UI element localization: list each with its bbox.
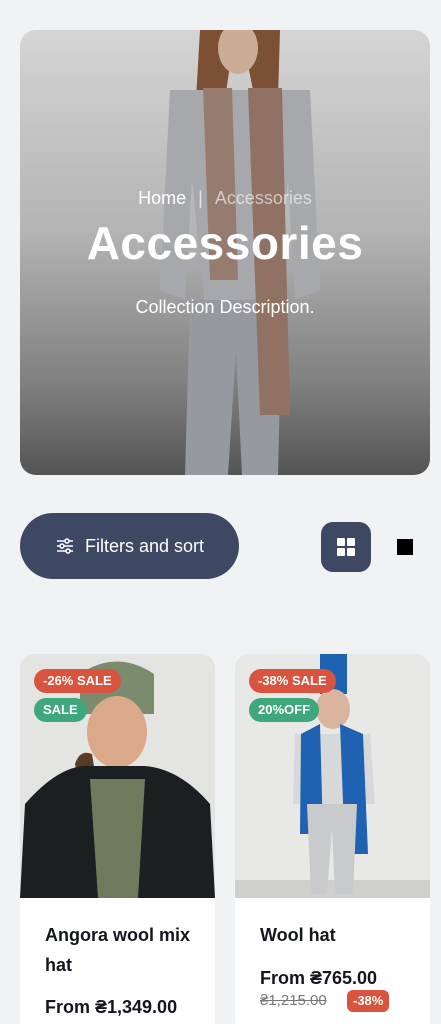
sale-badge: -38% SALE [249,669,336,693]
grid-view-button[interactable] [321,522,371,572]
original-price: ₴1,215.00 [260,992,327,1009]
promo-badge: SALE [34,698,87,722]
product-price: From ₴765.00 [260,968,378,988]
product-price: From ₴1,349.00 [45,997,178,1017]
collection-hero: Home | Accessories Accessories Collection … [20,30,430,475]
list-view-icon[interactable] [397,539,413,555]
product-name[interactable]: Angora wool mix hat [45,920,195,980]
sliders-icon [56,538,73,554]
filters-and-sort-label: Filters and sort [84,535,205,556]
product-name[interactable]: Wool hat [260,920,410,950]
collection-description: Collection Description. [135,297,315,317]
discount-badge: -38% [347,990,390,1012]
breadcrumb-current: Accessories [214,188,312,208]
breadcrumb-separator: | [198,188,203,208]
product-card[interactable]: -26% SALE SALE Angora wool mix hat From … [20,654,215,1024]
product-card[interactable]: -38% SALE 20%OFF Wool hat From ₴765.00 ₴… [235,654,430,1024]
breadcrumb-home-link[interactable]: Home [138,188,186,208]
grid-view-icon [337,538,355,556]
promo-badge: 20%OFF [249,698,320,722]
page-title: Accessories [86,217,364,269]
sale-badge: -26% SALE [34,669,121,693]
breadcrumb: Home | Accessories [20,188,430,209]
filters-and-sort-button[interactable]: Filters and sort [20,513,239,579]
